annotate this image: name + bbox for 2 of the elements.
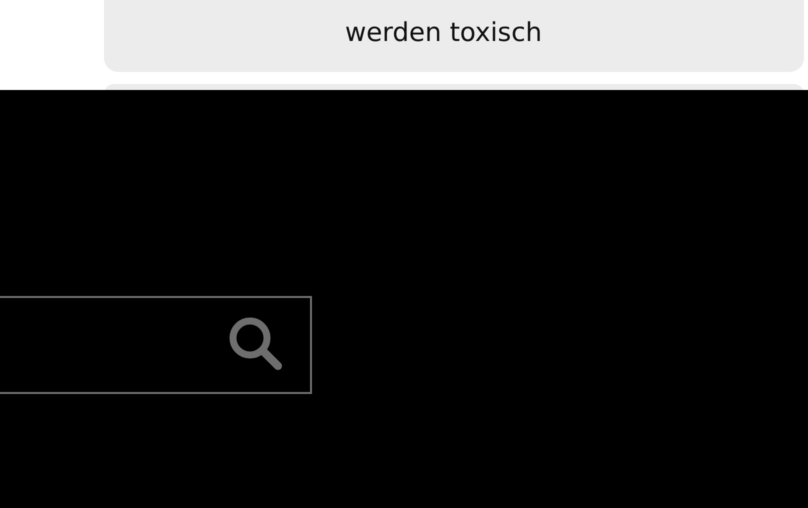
search-field[interactable] bbox=[0, 296, 312, 394]
card-title: werden toxisch bbox=[345, 17, 542, 50]
